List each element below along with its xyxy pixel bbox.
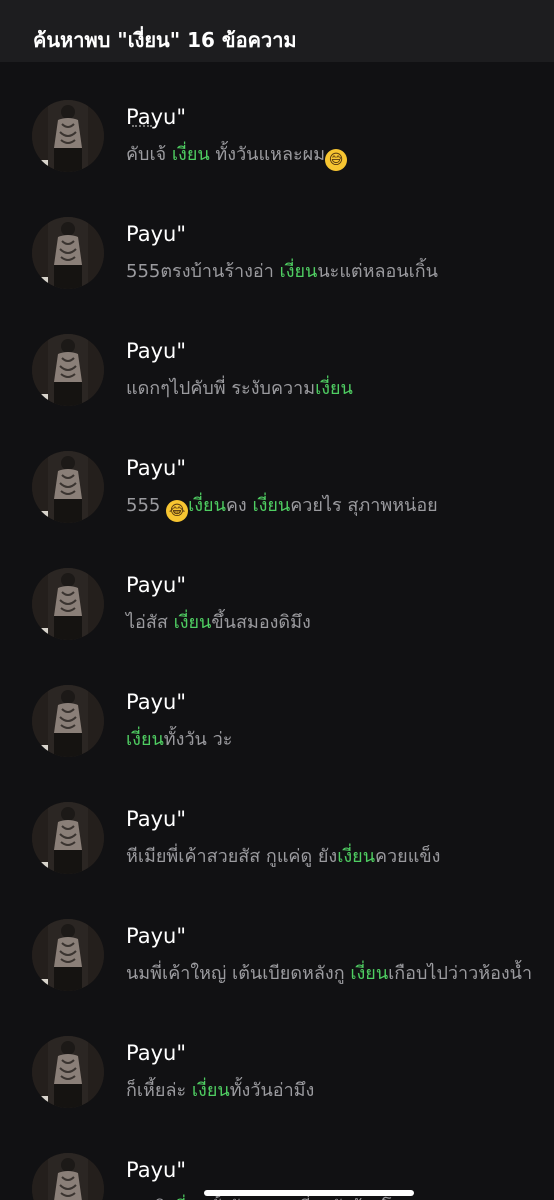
message-preview: 555ตรงบ้านร้างอ่า เงี่ยนนะแต่หลอนเกิ้น bbox=[126, 260, 536, 284]
message-text: ไอ่สัส bbox=[126, 612, 174, 633]
search-result-item[interactable]: Payu" ไอ่สัส เงี่ยนขึ้นสมองดิมึง bbox=[0, 530, 554, 647]
search-result-item[interactable]: Payu" แดกๆไปคับพี่ ระงับความเงี่ยน bbox=[0, 296, 554, 413]
message-preview: คับเจ้ เงี่ยน ทั้งวันแหละผม 😅 bbox=[126, 143, 536, 171]
sender-name: Payu" bbox=[126, 807, 186, 831]
message-preview: เงี่ยนทั้งวัน ว่ะ bbox=[126, 728, 536, 752]
search-keyword-highlight: เงี่ยน bbox=[350, 963, 389, 984]
header: ค้นหาพบ "เงี่ยน" 16 ข้อความ bbox=[0, 0, 554, 70]
search-result-item[interactable]: Payu" นมพี่เค้าใหญ่ เต้นเบียดหลังกู เงี่ย… bbox=[0, 881, 554, 998]
search-result-item[interactable]: Payu" เออดิ เงี่ยนทั้งวัน ตอนเที่ยวยังต้อ… bbox=[0, 1115, 554, 1200]
search-keyword-highlight: เงี่ยน bbox=[252, 495, 291, 516]
avatar[interactable] bbox=[32, 217, 104, 289]
message-preview: แดกๆไปคับพี่ ระงับความเงี่ยน bbox=[126, 377, 536, 401]
search-result-item[interactable]: Payu" คับเจ้ เงี่ยน ทั้งวันแหละผม 😅 bbox=[0, 62, 554, 179]
search-keyword-highlight: เงี่ยน bbox=[126, 729, 164, 750]
sender-name: Payu" bbox=[126, 924, 186, 948]
avatar[interactable] bbox=[32, 919, 104, 991]
tears-of-joy-emoji: 😂 bbox=[166, 500, 189, 522]
avatar[interactable] bbox=[32, 1153, 104, 1200]
search-results-list[interactable]: Payu" คับเจ้ เงี่ยน ทั้งวันแหละผม 😅 Payu" 5… bbox=[0, 62, 554, 1200]
sender-name: Payu" bbox=[126, 1158, 186, 1182]
message-preview: เออดิ เงี่ยนทั้งวัน ตอนเที่ยวยังต้องโดนด… bbox=[126, 1196, 536, 1200]
page-title: ค้นหาพบ "เงี่ยน" 16 ข้อความ bbox=[33, 28, 297, 52]
message-preview: หีเมียพี่เค้าสวยสัส กูแค่ดู ยังเงี่ยนควย… bbox=[126, 845, 536, 869]
sender-name: Payu" bbox=[126, 573, 186, 597]
avatar[interactable] bbox=[32, 334, 104, 406]
message-preview: ไอ่สัส เงี่ยนขึ้นสมองดิมึง bbox=[126, 611, 536, 635]
message-text: คง bbox=[225, 495, 253, 516]
message-text: 555 bbox=[126, 495, 167, 516]
sender-name: Payu" bbox=[126, 222, 186, 246]
message-text: ทั้งวันอ่ามึง bbox=[229, 1080, 315, 1101]
message-text: นมพี่เค้าใหญ่ เต้นเบียดหลังกู bbox=[126, 963, 351, 984]
avatar[interactable] bbox=[32, 568, 104, 640]
sender-name: Payu" bbox=[126, 339, 186, 363]
search-result-item[interactable]: Payu" เงี่ยนทั้งวัน ว่ะ bbox=[0, 647, 554, 764]
search-keyword-highlight: เงี่ยน bbox=[337, 846, 376, 867]
search-keyword-highlight: เงี่ยน bbox=[173, 612, 212, 633]
message-text: เกือบไปว่าวห้องน้ำ bbox=[388, 963, 533, 984]
message-text: นะแต่หลอนเกิ้น bbox=[317, 261, 438, 282]
message-text: ทั้งวัน ว่ะ bbox=[163, 729, 233, 750]
sweat-smile-emoji: 😅 bbox=[325, 149, 348, 171]
sender-name: Payu" bbox=[126, 1041, 186, 1065]
message-preview: นมพี่เค้าใหญ่ เต้นเบียดหลังกู เงี่ยนเกือ… bbox=[126, 962, 536, 986]
message-text: ควยแข็ง bbox=[375, 846, 441, 867]
avatar[interactable] bbox=[32, 451, 104, 523]
avatar[interactable] bbox=[32, 100, 104, 172]
search-keyword-highlight: เงี่ยน bbox=[315, 378, 353, 399]
avatar[interactable] bbox=[32, 685, 104, 757]
sender-name: Payu" bbox=[126, 105, 186, 129]
avatar[interactable] bbox=[32, 802, 104, 874]
search-keyword-highlight: เงี่ยน bbox=[188, 495, 226, 516]
search-keyword-highlight: เงี่ยน bbox=[191, 1080, 230, 1101]
search-result-item[interactable]: Payu" 555 😂 เงี่ยนคง เงี่ยนควยไร สุภาพหน่อ… bbox=[0, 413, 554, 530]
message-text: 555ตรงบ้านร้างอ่า bbox=[126, 261, 280, 282]
message-text: คับเจ้ bbox=[126, 144, 172, 165]
message-text: ทั้งวันแหละผม bbox=[209, 144, 326, 165]
search-result-item[interactable]: Payu" หีเมียพี่เค้าสวยสัส กูแค่ดู ยังเงี่… bbox=[0, 764, 554, 881]
message-text: ก็เหี้ยล่ะ bbox=[126, 1080, 192, 1101]
message-preview: ก็เหี้ยล่ะ เงี่ยนทั้งวันอ่ามึง bbox=[126, 1079, 536, 1103]
message-preview: 555 😂 เงี่ยนคง เงี่ยนควยไร สุภาพหน่อย bbox=[126, 494, 536, 522]
message-text: แดกๆไปคับพี่ ระงับความ bbox=[126, 378, 316, 399]
message-text: ขึ้นสมองดิมึง bbox=[211, 612, 311, 633]
avatar[interactable] bbox=[32, 1036, 104, 1108]
search-result-item[interactable]: Payu" 555ตรงบ้านร้างอ่า เงี่ยนนะแต่หลอนเก… bbox=[0, 179, 554, 296]
search-keyword-highlight: เงี่ยน bbox=[279, 261, 318, 282]
sender-name: Payu" bbox=[126, 456, 186, 480]
home-indicator bbox=[204, 1190, 414, 1196]
search-keyword-highlight: เงี่ยน bbox=[171, 144, 210, 165]
message-text: หีเมียพี่เค้าสวยสัส กูแค่ดู ยัง bbox=[126, 846, 338, 867]
message-text: ควยไร สุภาพหน่อย bbox=[290, 495, 438, 516]
search-result-item[interactable]: Payu" ก็เหี้ยล่ะ เงี่ยนทั้งวันอ่ามึง bbox=[0, 998, 554, 1115]
sender-name: Payu" bbox=[126, 690, 186, 714]
